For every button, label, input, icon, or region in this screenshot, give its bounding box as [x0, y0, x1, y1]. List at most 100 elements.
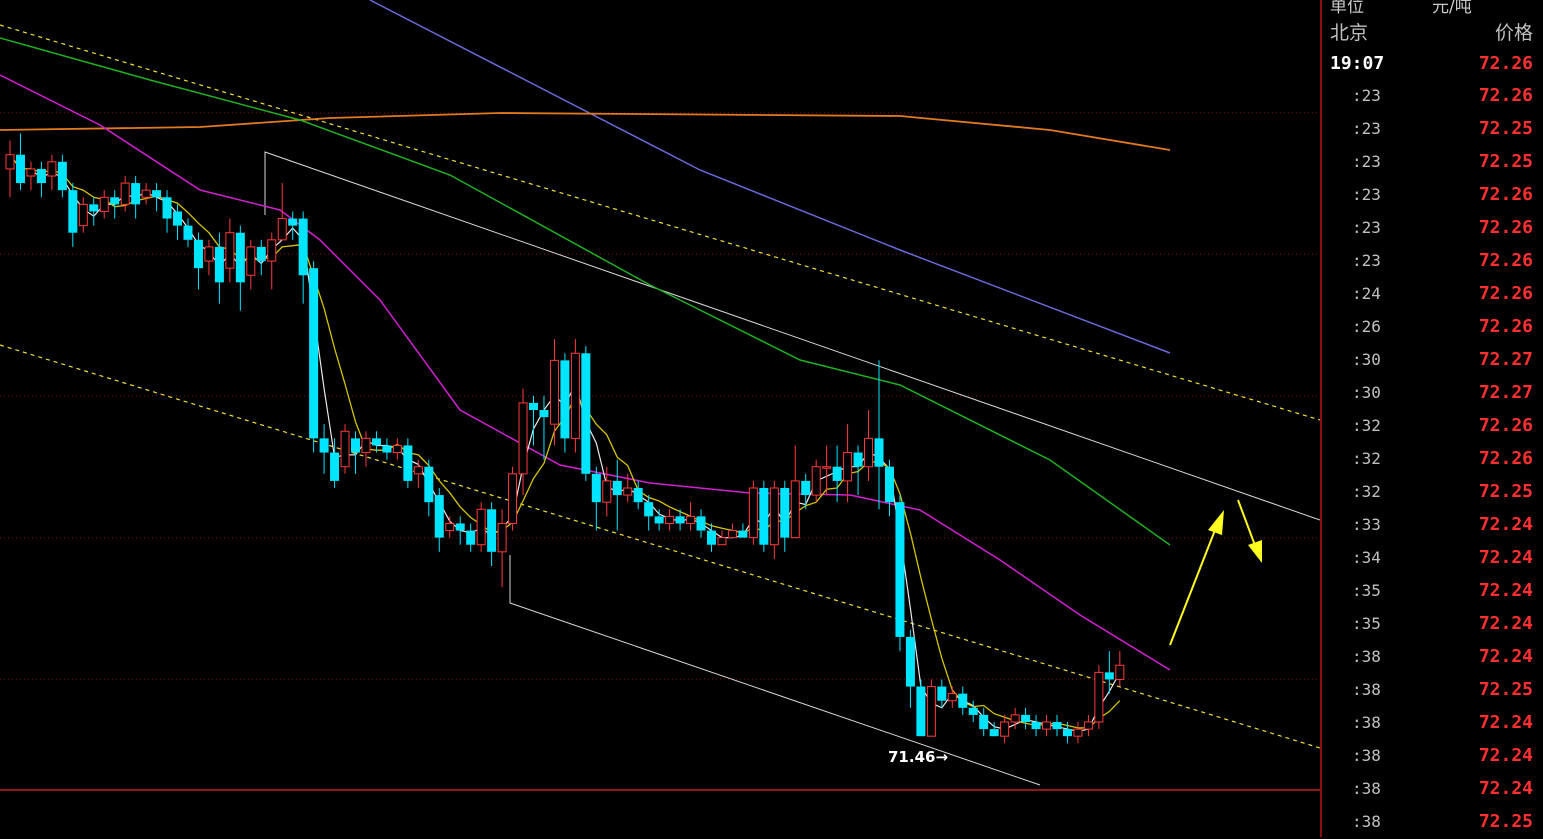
trend-line-lower — [509, 555, 1041, 786]
ticker-header-row: 北京 价格 — [1322, 18, 1543, 46]
candle-body — [99, 196, 109, 212]
candle-body — [246, 246, 256, 276]
ticker-time: :30 — [1352, 383, 1381, 402]
candle-body — [392, 444, 402, 454]
candle-body — [853, 452, 863, 467]
candle-body — [225, 232, 235, 269]
ticker-row: :34 72.24 — [1322, 542, 1543, 575]
candle-body — [937, 686, 947, 701]
ticker-time: :24 — [1352, 284, 1381, 303]
candle-body — [780, 488, 790, 538]
ticker-time: :34 — [1352, 548, 1381, 567]
candle-body — [1094, 671, 1104, 723]
ticker-row: :38 72.24 — [1322, 641, 1543, 674]
candle-body — [214, 246, 224, 283]
candle-body — [612, 480, 622, 496]
candle-body — [738, 530, 748, 538]
ticker-time: :32 — [1352, 449, 1381, 468]
ticker-time: :32 — [1352, 482, 1381, 501]
candle-body — [288, 218, 298, 226]
ticker-time: :23 — [1352, 86, 1381, 105]
candle-body — [413, 466, 423, 475]
candle-body — [204, 246, 214, 262]
candle-body — [633, 488, 643, 503]
candle-body — [403, 445, 413, 481]
candle-body — [884, 466, 894, 503]
candle-body — [487, 509, 497, 552]
chart-canvas[interactable]: 71.46→ — [0, 0, 1320, 837]
candle-body — [1062, 729, 1072, 737]
ma-blue-line — [369, 0, 1171, 354]
candle-body — [790, 480, 800, 539]
ticker-row: :24 72.26 — [1322, 278, 1543, 311]
candle-body — [330, 452, 340, 481]
candle-body — [864, 437, 874, 468]
ticker-price: 72.26 — [1478, 283, 1533, 304]
price-header: 价格 — [1494, 22, 1533, 44]
candle-body — [26, 168, 36, 177]
ticker-row: :38 72.24 — [1322, 740, 1543, 773]
ticker-row: :32 72.25 — [1322, 476, 1543, 509]
ticker-time: :38 — [1352, 713, 1381, 732]
candle-body — [15, 154, 25, 184]
candle-body — [958, 693, 968, 708]
ticker-price: 72.26 — [1478, 53, 1533, 74]
candle-body — [497, 522, 507, 553]
candle-body — [309, 268, 319, 439]
candle-body — [560, 360, 570, 439]
ticker-row: :32 72.26 — [1322, 410, 1543, 443]
candle-body — [905, 636, 915, 687]
ticker-row: :35 72.24 — [1322, 608, 1543, 641]
candle-body — [654, 516, 664, 524]
ticker-price: 72.26 — [1478, 184, 1533, 205]
candle-body — [68, 190, 78, 233]
candle-body — [371, 438, 381, 446]
ticker-row: :32 72.26 — [1322, 443, 1543, 476]
arrow-up-head — [1208, 510, 1224, 535]
ticker-price: 72.26 — [1478, 415, 1533, 436]
candle-body — [78, 203, 88, 227]
arrow-up-line — [1169, 524, 1218, 646]
ticker-time: :35 — [1352, 581, 1381, 600]
ticker-price: 72.26 — [1478, 217, 1533, 238]
ticker-time: :38 — [1352, 779, 1381, 798]
ticker-time: :35 — [1352, 614, 1381, 633]
candle-body — [947, 693, 957, 702]
ticker-time: :30 — [1352, 350, 1381, 369]
ticker-price: 72.26 — [1478, 250, 1533, 271]
ticker-price: 72.25 — [1478, 151, 1533, 172]
ticker-row: :30 72.27 — [1322, 344, 1543, 377]
candle-body — [665, 515, 675, 524]
candle-body — [874, 438, 884, 467]
candle-body — [581, 353, 591, 474]
ticker-price: 72.25 — [1478, 481, 1533, 502]
candle-body — [298, 218, 308, 276]
ticker-price: 72.24 — [1478, 514, 1533, 535]
candle-body — [1031, 722, 1041, 730]
candle-body — [173, 211, 183, 226]
ticker-price: 72.24 — [1478, 646, 1533, 667]
candle-body — [843, 452, 853, 482]
unit-value: 元/吨 — [1432, 0, 1472, 17]
candle-body — [340, 430, 350, 468]
candle-body — [518, 402, 528, 475]
candle-body — [120, 182, 130, 205]
candle-body — [727, 530, 737, 539]
candle-body — [811, 466, 821, 496]
candle-body — [445, 522, 455, 532]
candle-body — [1042, 721, 1052, 730]
candle-body — [131, 183, 141, 205]
ticker-time: :38 — [1352, 746, 1381, 765]
ticker-row: :30 72.27 — [1322, 377, 1543, 410]
candlestick-chart[interactable]: 71.46→ — [0, 0, 1320, 837]
ticker-time: :38 — [1352, 647, 1381, 666]
candle-body — [36, 168, 46, 184]
candle-body — [1115, 664, 1125, 680]
ticker-price: 72.24 — [1478, 547, 1533, 568]
candle-body — [235, 232, 245, 283]
candle-body — [319, 438, 329, 453]
ticker-row: :23 72.26 — [1322, 212, 1543, 245]
ticker-time: :26 — [1352, 317, 1381, 336]
candle-body — [162, 197, 172, 219]
candle-body — [686, 515, 696, 524]
